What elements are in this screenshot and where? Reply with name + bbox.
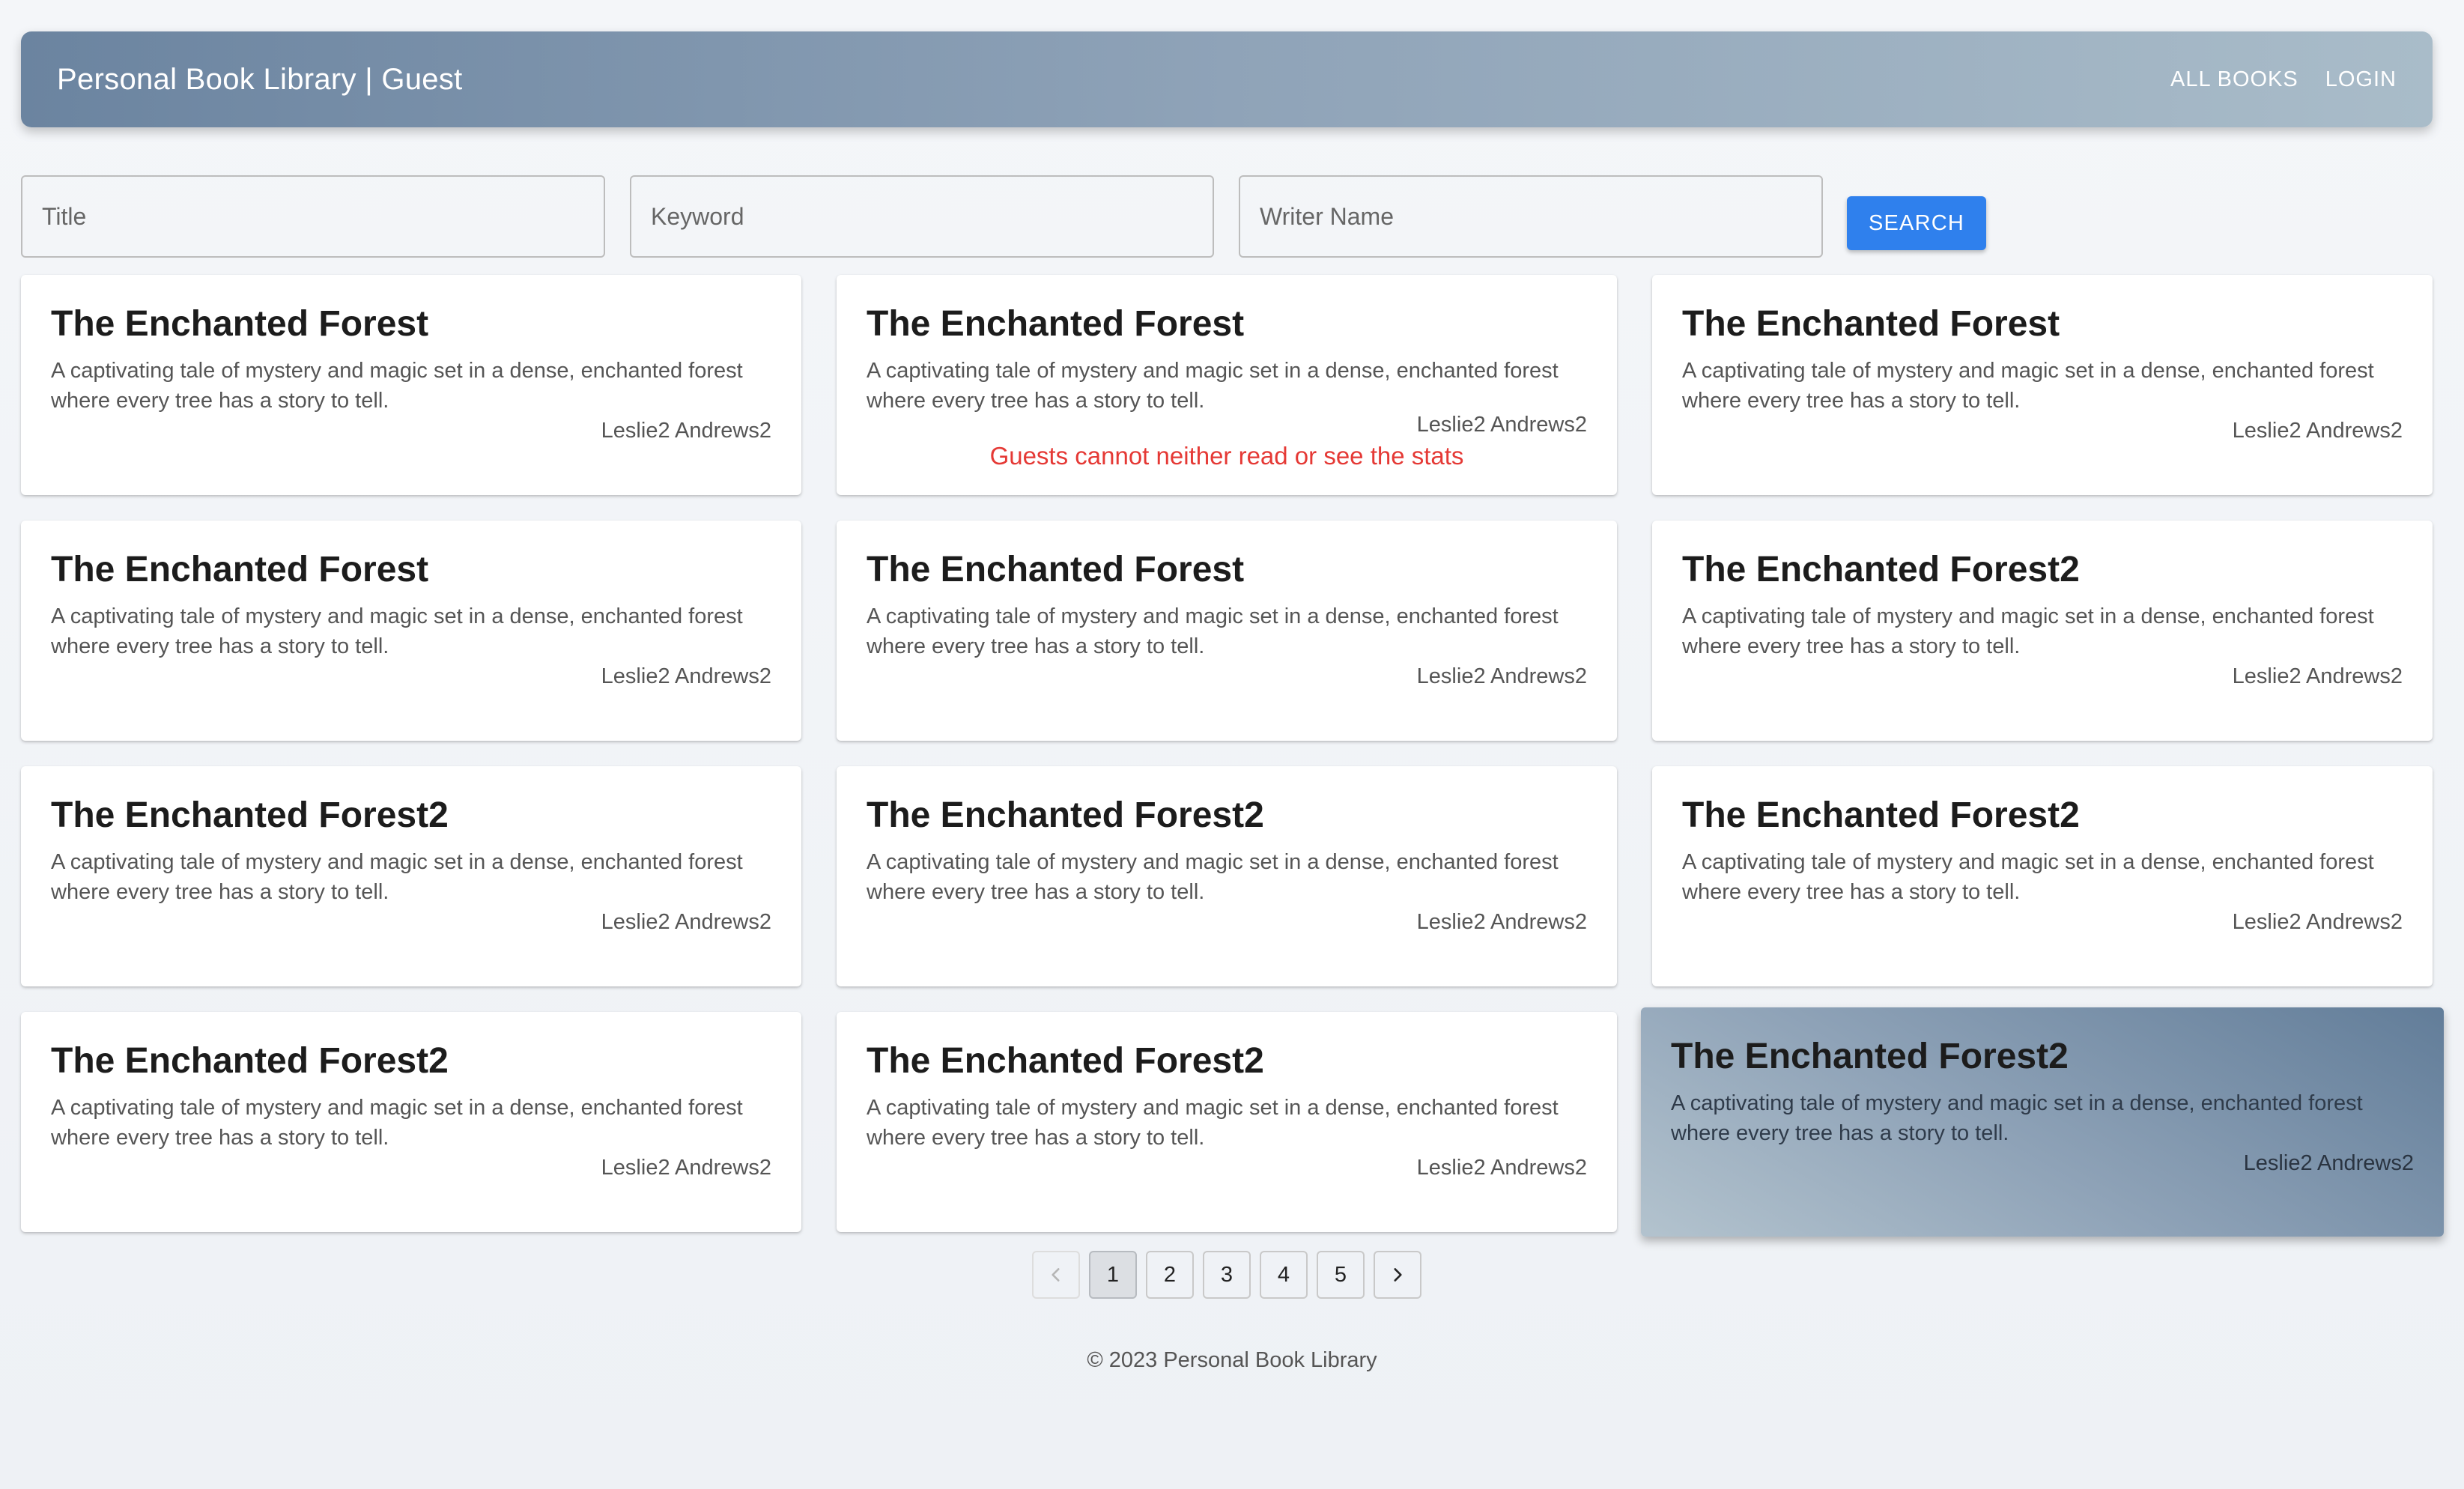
book-description: A captivating tale of mystery and magic … bbox=[867, 359, 1559, 413]
app-title: Personal Book Library | Guest bbox=[57, 62, 463, 96]
book-author: Leslie2 Andrews2 bbox=[601, 1156, 771, 1180]
book-card[interactable]: The Enchanted Forest2 A captivating tale… bbox=[837, 1012, 1617, 1232]
book-description: A captivating tale of mystery and magic … bbox=[51, 850, 743, 904]
book-description: A captivating tale of mystery and magic … bbox=[1682, 850, 2374, 904]
book-author: Leslie2 Andrews2 bbox=[2232, 664, 2403, 688]
page-button-2[interactable]: 2 bbox=[1146, 1251, 1194, 1299]
top-nav: ALL BOOKS LOGIN bbox=[2170, 63, 2397, 97]
book-card[interactable]: The Enchanted Forest A captivating tale … bbox=[21, 275, 801, 495]
nav-login[interactable]: LOGIN bbox=[2325, 63, 2397, 97]
book-title: The Enchanted Forest bbox=[867, 550, 1245, 589]
page-button-3[interactable]: 3 bbox=[1203, 1251, 1251, 1299]
book-card[interactable]: The Enchanted Forest A captivating tale … bbox=[837, 275, 1617, 495]
book-title: The Enchanted Forest2 bbox=[867, 1041, 1264, 1081]
keyword-search-input[interactable] bbox=[630, 175, 1214, 258]
book-description: A captivating tale of mystery and magic … bbox=[1671, 1091, 2363, 1145]
book-card[interactable]: The Enchanted Forest A captivating tale … bbox=[21, 521, 801, 741]
book-description: A captivating tale of mystery and magic … bbox=[1682, 604, 2374, 658]
book-author: Leslie2 Andrews2 bbox=[601, 664, 771, 688]
book-author: Leslie2 Andrews2 bbox=[601, 419, 771, 443]
book-title: The Enchanted Forest2 bbox=[51, 1041, 449, 1081]
title-search-input[interactable] bbox=[21, 175, 605, 258]
writer-name-search-input[interactable] bbox=[1239, 175, 1823, 258]
book-title: The Enchanted Forest bbox=[51, 550, 429, 589]
app-bar: Personal Book Library | Guest ALL BOOKS … bbox=[21, 31, 2433, 127]
book-card[interactable]: The Enchanted Forest2 A captivating tale… bbox=[1652, 766, 2433, 986]
book-author: Leslie2 Andrews2 bbox=[2232, 910, 2403, 934]
book-description: A captivating tale of mystery and magic … bbox=[1682, 359, 2374, 413]
book-title: The Enchanted Forest2 bbox=[1682, 795, 2080, 835]
page-button-5[interactable]: 5 bbox=[1317, 1251, 1365, 1299]
book-card[interactable]: The Enchanted Forest2 A captivating tale… bbox=[1652, 521, 2433, 741]
book-title: The Enchanted Forest bbox=[867, 304, 1245, 344]
book-author: Leslie2 Andrews2 bbox=[2243, 1151, 2414, 1175]
book-title: The Enchanted Forest bbox=[51, 304, 429, 344]
book-card[interactable]: The Enchanted Forest A captivating tale … bbox=[837, 521, 1617, 741]
page-button-1[interactable]: 1 bbox=[1089, 1251, 1137, 1299]
chevron-right-icon bbox=[1394, 1268, 1402, 1282]
book-author: Leslie2 Andrews2 bbox=[1416, 664, 1587, 688]
book-title: The Enchanted Forest2 bbox=[867, 795, 1264, 835]
prev-page-button[interactable] bbox=[1032, 1251, 1080, 1299]
nav-all-books[interactable]: ALL BOOKS bbox=[2170, 63, 2298, 97]
book-description: A captivating tale of mystery and magic … bbox=[51, 359, 743, 413]
book-description: A captivating tale of mystery and magic … bbox=[867, 1096, 1559, 1150]
book-description: A captivating tale of mystery and magic … bbox=[51, 604, 743, 658]
book-card[interactable]: The Enchanted Forest2 A captivating tale… bbox=[21, 1012, 801, 1232]
book-author: Leslie2 Andrews2 bbox=[1416, 1156, 1587, 1180]
search-button[interactable]: SEARCH bbox=[1847, 196, 1986, 250]
book-card[interactable]: The Enchanted Forest2 A captivating tale… bbox=[837, 766, 1617, 986]
book-description: A captivating tale of mystery and magic … bbox=[867, 850, 1559, 904]
book-description: A captivating tale of mystery and magic … bbox=[867, 604, 1559, 658]
book-card[interactable]: The Enchanted Forest A captivating tale … bbox=[1652, 275, 2433, 495]
next-page-button[interactable] bbox=[1374, 1251, 1421, 1299]
book-description: A captivating tale of mystery and magic … bbox=[51, 1096, 743, 1150]
book-title: The Enchanted Forest2 bbox=[1682, 550, 2080, 589]
search-bar: SEARCH bbox=[21, 175, 2433, 259]
pagination: 1 2 3 4 5 bbox=[1032, 1251, 1421, 1299]
book-author: Leslie2 Andrews2 bbox=[1416, 413, 1587, 437]
book-title: The Enchanted Forest bbox=[1682, 304, 2060, 344]
guest-restriction-notice: Guests cannot neither read or see the st… bbox=[989, 442, 1464, 470]
chevron-left-icon bbox=[1052, 1268, 1060, 1282]
book-author: Leslie2 Andrews2 bbox=[2232, 419, 2403, 443]
book-title: The Enchanted Forest2 bbox=[1671, 1037, 2069, 1076]
book-title: The Enchanted Forest2 bbox=[51, 795, 449, 835]
footer-copyright: © 2023 Personal Book Library bbox=[1087, 1348, 1377, 1372]
book-author: Leslie2 Andrews2 bbox=[601, 910, 771, 934]
book-card-hovered[interactable]: The Enchanted Forest2 A captivating tale… bbox=[1641, 1007, 2444, 1237]
book-card[interactable]: The Enchanted Forest2 A captivating tale… bbox=[21, 766, 801, 986]
book-author: Leslie2 Andrews2 bbox=[1416, 910, 1587, 934]
page-button-4[interactable]: 4 bbox=[1260, 1251, 1308, 1299]
